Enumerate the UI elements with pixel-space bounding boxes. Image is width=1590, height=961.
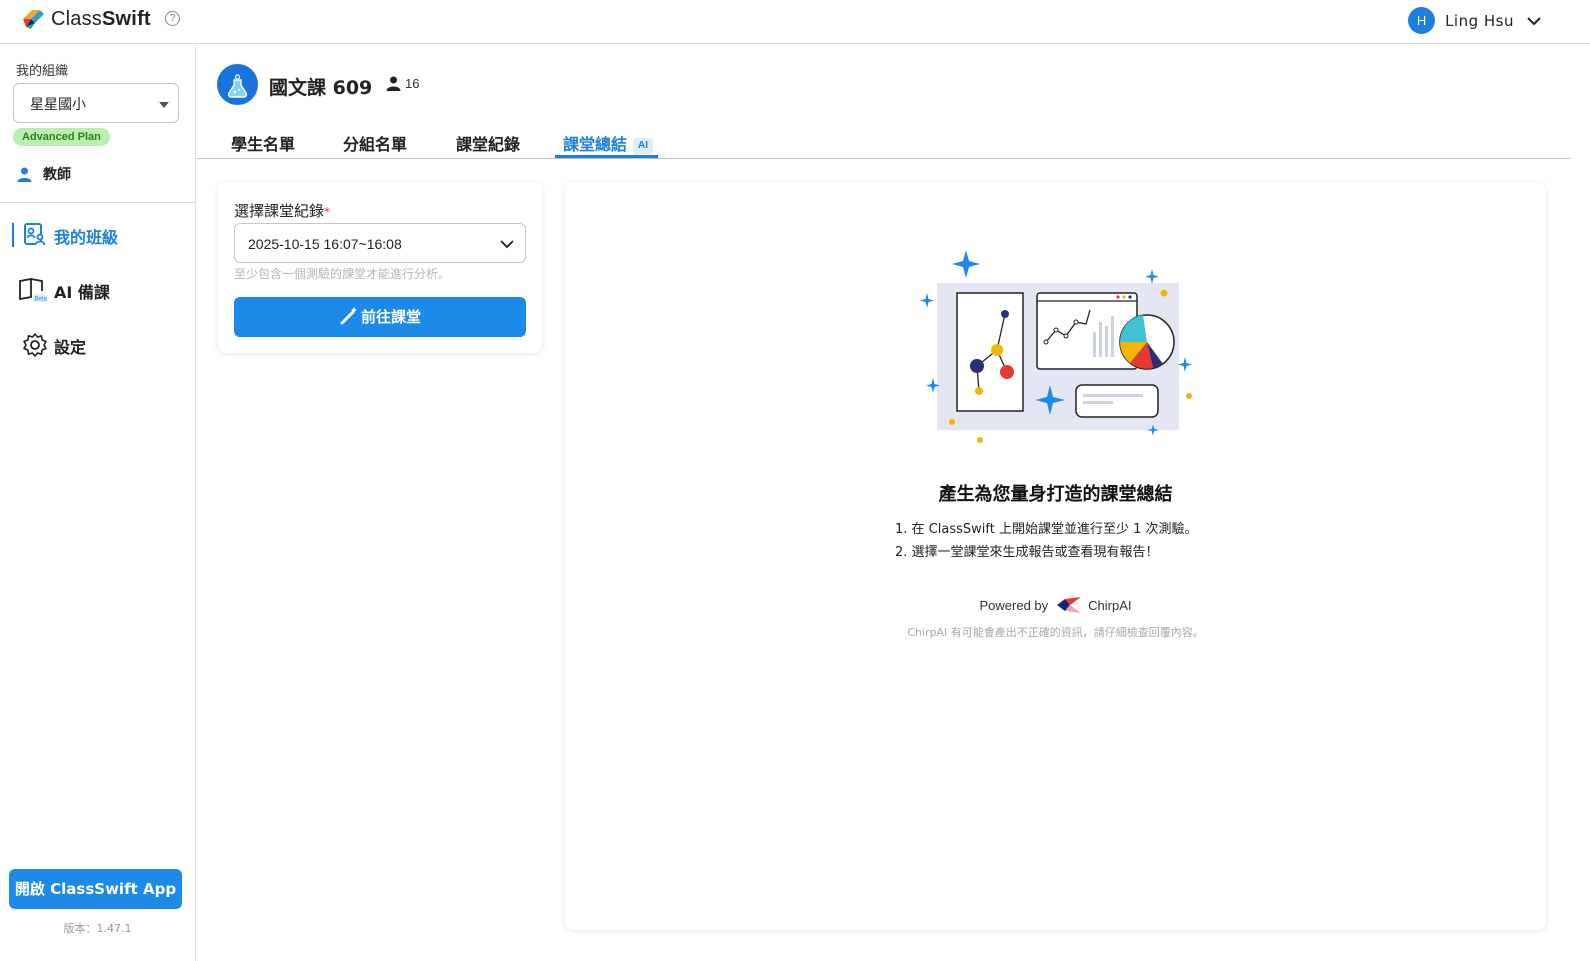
sidebar-item-my-classes[interactable]: 我的班級: [0, 214, 195, 254]
logo-text-bold: Swift: [102, 7, 151, 30]
sidebar-item-label: 我的班級: [54, 228, 119, 247]
member-count-value: 16: [405, 76, 420, 91]
record-hint-text: 至少包含一個測驗的課堂才能進行分析。: [234, 267, 451, 281]
class-record-select[interactable]: 2025-10-15 16:07~16:08: [234, 223, 526, 263]
tab-student-list[interactable]: 學生名單: [231, 131, 295, 158]
record-select-label: 選擇課堂紀錄*: [234, 200, 330, 221]
sidebar: 我的組織 星星國小 Advanced Plan 教師 我的班級 Beta AI: [0, 44, 196, 961]
avatar: H: [1408, 7, 1436, 34]
flask-icon: [227, 74, 248, 98]
go-to-class-label: 前往課堂: [360, 308, 421, 326]
sidebar-item-label: 設定: [54, 338, 87, 357]
required-mark: *: [324, 205, 331, 219]
chevron-down-icon: [500, 240, 514, 249]
classswift-logo-icon: [23, 10, 44, 29]
tab-group-list[interactable]: 分組名單: [343, 131, 407, 158]
tab-label: 課堂總結: [563, 135, 628, 154]
powered-by: Powered by ChirpAI: [565, 596, 1546, 614]
tab-label: 分組名單: [343, 135, 408, 154]
summary-steps: 1. 在 ClassSwift 上開始課堂並進行至少 1 次測驗。 2. 選擇一…: [895, 518, 1295, 564]
page-title: 國文課 609: [269, 77, 373, 99]
org-label: 我的組織: [16, 64, 69, 79]
record-select-label-text: 選擇課堂紀錄: [234, 202, 325, 220]
tab-label: 課堂紀錄: [456, 135, 521, 154]
tab-label: 學生名單: [231, 135, 296, 154]
user-menu[interactable]: H Ling Hsu: [1408, 7, 1542, 34]
user-name: Ling Hsu: [1445, 11, 1514, 30]
gear-icon: [23, 333, 47, 357]
chirpai-logo-icon: [1057, 597, 1082, 613]
role-label: 教師: [43, 167, 71, 183]
step-item: 1. 在 ClassSwift 上開始課堂並進行至少 1 次測驗。: [895, 522, 1198, 537]
summary-title: 產生為您量身打造的課堂總結: [938, 484, 1173, 505]
role-indicator: 教師: [17, 164, 71, 184]
sidebar-divider: [0, 202, 195, 203]
tab-class-summary[interactable]: 課堂總結 AI: [563, 131, 654, 158]
logo-text-plain: Class: [51, 7, 103, 30]
caret-down-icon: [159, 102, 169, 108]
version-text: 版本：1.47.1: [63, 922, 132, 935]
step-item: 2. 選擇一堂課堂來生成報告或查看現有報告！: [895, 545, 1159, 560]
sidebar-item-label: AI 備課: [54, 283, 110, 302]
tab-active-underline: [555, 155, 658, 158]
ai-lesson-book-icon: Beta: [19, 277, 48, 303]
class-avatar: [217, 64, 258, 105]
open-classswift-app-button[interactable]: 開啟 ClassSwift App: [9, 869, 182, 909]
sidebar-item-ai-lesson[interactable]: Beta AI 備課: [0, 269, 195, 309]
help-icon[interactable]: ?: [165, 11, 180, 26]
ai-disclaimer: ChirpAI 有可能會產出不正確的資訊，請仔細檢查回覆內容。: [907, 626, 1204, 639]
person-icon: [17, 167, 32, 182]
magic-wand-icon: [340, 307, 357, 325]
sidebar-item-settings[interactable]: 設定: [0, 324, 195, 364]
provider-name: ChirpAI: [1088, 597, 1132, 613]
class-summary-panel: 產生為您量身打造的課堂總結 1. 在 ClassSwift 上開始課堂並進行至少…: [565, 182, 1546, 930]
class-roster-icon: [24, 223, 46, 246]
classswift-logo[interactable]: ClassSwift: [20, 7, 151, 31]
class-record-select-value: 2025-10-15 16:07~16:08: [248, 236, 402, 252]
org-select[interactable]: 星星國小: [13, 83, 179, 123]
chevron-down-icon: [1527, 16, 1541, 25]
top-bar: ClassSwift ? H Ling Hsu: [0, 0, 1590, 44]
analytics-illustration: [920, 250, 1192, 443]
org-select-value: 星星國小: [30, 97, 86, 113]
tab-bar: 學生名單 分組名單 課堂紀錄 課堂總結 AI: [197, 126, 1570, 159]
record-selection-card: 選擇課堂紀錄* 2025-10-15 16:07~16:08 至少包含一個測驗的…: [218, 182, 542, 353]
member-count: 16: [386, 76, 419, 91]
ai-badge: AI: [633, 138, 654, 154]
plan-badge: Advanced Plan: [13, 128, 110, 146]
powered-by-text: Powered by: [979, 597, 1049, 613]
tab-class-records[interactable]: 課堂紀錄: [456, 131, 520, 158]
beta-badge: Beta: [35, 297, 48, 303]
go-to-class-button[interactable]: 前往課堂: [234, 297, 526, 337]
person-icon: [386, 76, 401, 91]
